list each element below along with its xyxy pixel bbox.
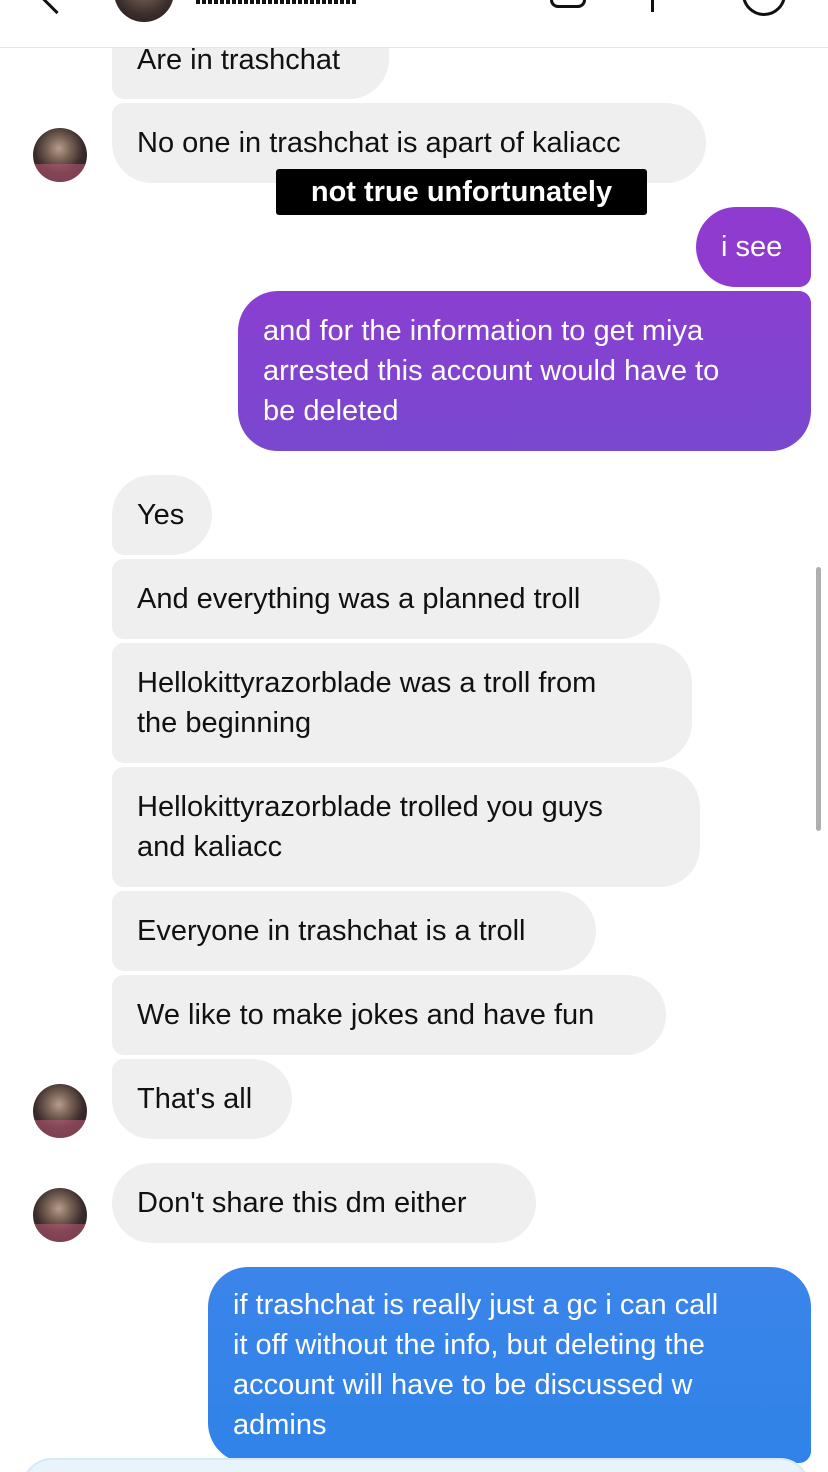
video-call-icon[interactable] <box>550 0 586 8</box>
sender-avatar[interactable] <box>33 128 87 182</box>
message-bubble-incoming[interactable]: Yes <box>112 475 212 555</box>
dm-conversation-screen: Are in trashchat No one in trashchat is … <box>0 0 828 1472</box>
sender-avatar[interactable] <box>33 1084 87 1138</box>
caption-overlay: not true unfortunately <box>276 169 647 215</box>
message-bubble-outgoing[interactable]: and for the information to get miya arre… <box>238 291 811 451</box>
info-icon[interactable] <box>742 0 786 16</box>
conversation-header <box>0 0 828 48</box>
avatar[interactable] <box>114 0 174 22</box>
phone-call-icon[interactable] <box>651 0 654 12</box>
scrollbar[interactable] <box>816 567 821 831</box>
message-bubble-outgoing[interactable]: i see <box>696 207 811 287</box>
message-bubble-incoming[interactable]: Hellokittyrazorblade was a troll from th… <box>112 643 692 763</box>
message-bubble-incoming[interactable]: Everyone in trashchat is a troll <box>112 891 596 971</box>
sender-avatar[interactable] <box>33 1188 87 1242</box>
message-bubble-incoming[interactable]: And everything was a planned troll <box>112 559 660 639</box>
message-bubble-incoming[interactable]: Don't share this dm either <box>112 1163 536 1243</box>
message-bubble-outgoing[interactable]: if trashchat is really just a gc i can c… <box>208 1267 811 1463</box>
contact-name-redacted[interactable] <box>196 0 356 4</box>
message-bubble-incoming[interactable]: Hellokittyrazorblade trolled you guys an… <box>112 767 700 887</box>
message-bubble-incoming[interactable]: That's all <box>112 1059 292 1139</box>
message-bubble-incoming[interactable]: We like to make jokes and have fun <box>112 975 666 1055</box>
chevron-left-icon[interactable] <box>38 0 75 15</box>
message-composer[interactable] <box>22 1458 810 1472</box>
